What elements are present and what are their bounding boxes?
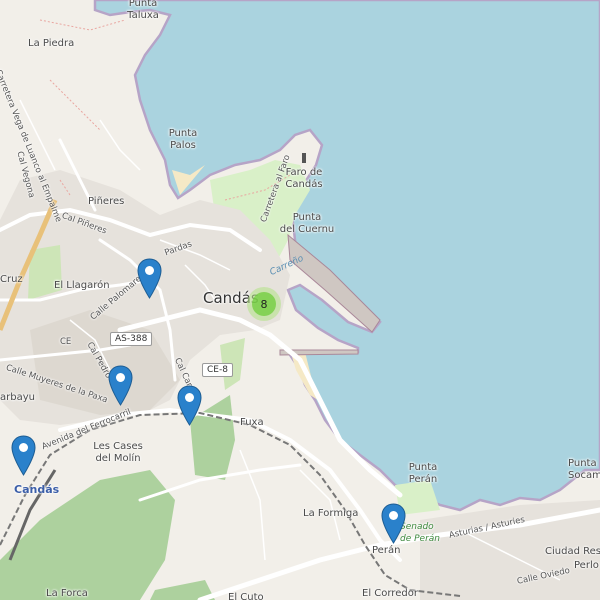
place-label-peran: Perán bbox=[372, 545, 401, 556]
road-label-ce: CE bbox=[60, 337, 72, 347]
place-label-el-cuto: El Cuto bbox=[228, 592, 264, 600]
place-label-el-llagaron: El Llagarón bbox=[54, 280, 110, 291]
place-label-cruz: Cruz bbox=[0, 274, 23, 285]
place-label-les-cases-del-molin: Les Cases del Molín bbox=[93, 441, 143, 464]
place-label-pineres: Piñeres bbox=[88, 196, 125, 207]
road-shield-ce8: CE-8 bbox=[202, 363, 233, 377]
map-marker-pin[interactable] bbox=[11, 435, 36, 476]
marker-pin-icon bbox=[11, 435, 36, 476]
area-label-senado-peran: Senado de Perán bbox=[400, 522, 440, 544]
place-label-fuxa: Fuxa bbox=[240, 417, 264, 428]
map-marker-pin[interactable] bbox=[381, 503, 406, 544]
place-label-la-formiga: La Formiga bbox=[303, 508, 359, 519]
place-label-punta-peran: Punta Perán bbox=[408, 462, 438, 485]
place-label-faro: Faro de Candás bbox=[285, 167, 323, 190]
place-label-la-piedra: La Piedra bbox=[28, 38, 75, 49]
station-label-candas: Candás bbox=[14, 483, 60, 496]
map-marker-pin[interactable] bbox=[108, 365, 133, 406]
marker-pin-icon bbox=[381, 503, 406, 544]
map-base-layer bbox=[0, 0, 600, 600]
marker-cluster[interactable]: 8 bbox=[247, 287, 281, 321]
road-shield-as388: AS-388 bbox=[110, 332, 153, 346]
place-label-ciudad-res: Ciudad Res bbox=[545, 546, 600, 557]
place-label-punta-socampo: PuntaSocamp bbox=[568, 458, 600, 481]
marker-pin-icon bbox=[137, 258, 162, 299]
place-label-la-forca: La Forca bbox=[46, 588, 88, 599]
marker-cluster-count: 8 bbox=[252, 292, 276, 316]
marker-pin-icon bbox=[177, 385, 202, 426]
place-label-el-corredor: El Corredor bbox=[362, 588, 418, 599]
place-label-arbayu: arbayu bbox=[0, 392, 35, 403]
map-view[interactable]: Punta Taluxa La Piedra Punta Palos Faro de… bbox=[0, 0, 600, 600]
place-label-perlo: Perlo bbox=[574, 560, 599, 571]
place-label-punta-palos: Punta Palos bbox=[168, 128, 198, 151]
map-marker-pin[interactable] bbox=[137, 258, 162, 299]
place-label-punta-cuernu: Punta del Cuernu bbox=[279, 212, 335, 235]
marker-pin-icon bbox=[108, 365, 133, 406]
place-label-punta-taluxa: Punta Taluxa bbox=[127, 0, 159, 21]
map-marker-pin[interactable] bbox=[177, 385, 202, 426]
